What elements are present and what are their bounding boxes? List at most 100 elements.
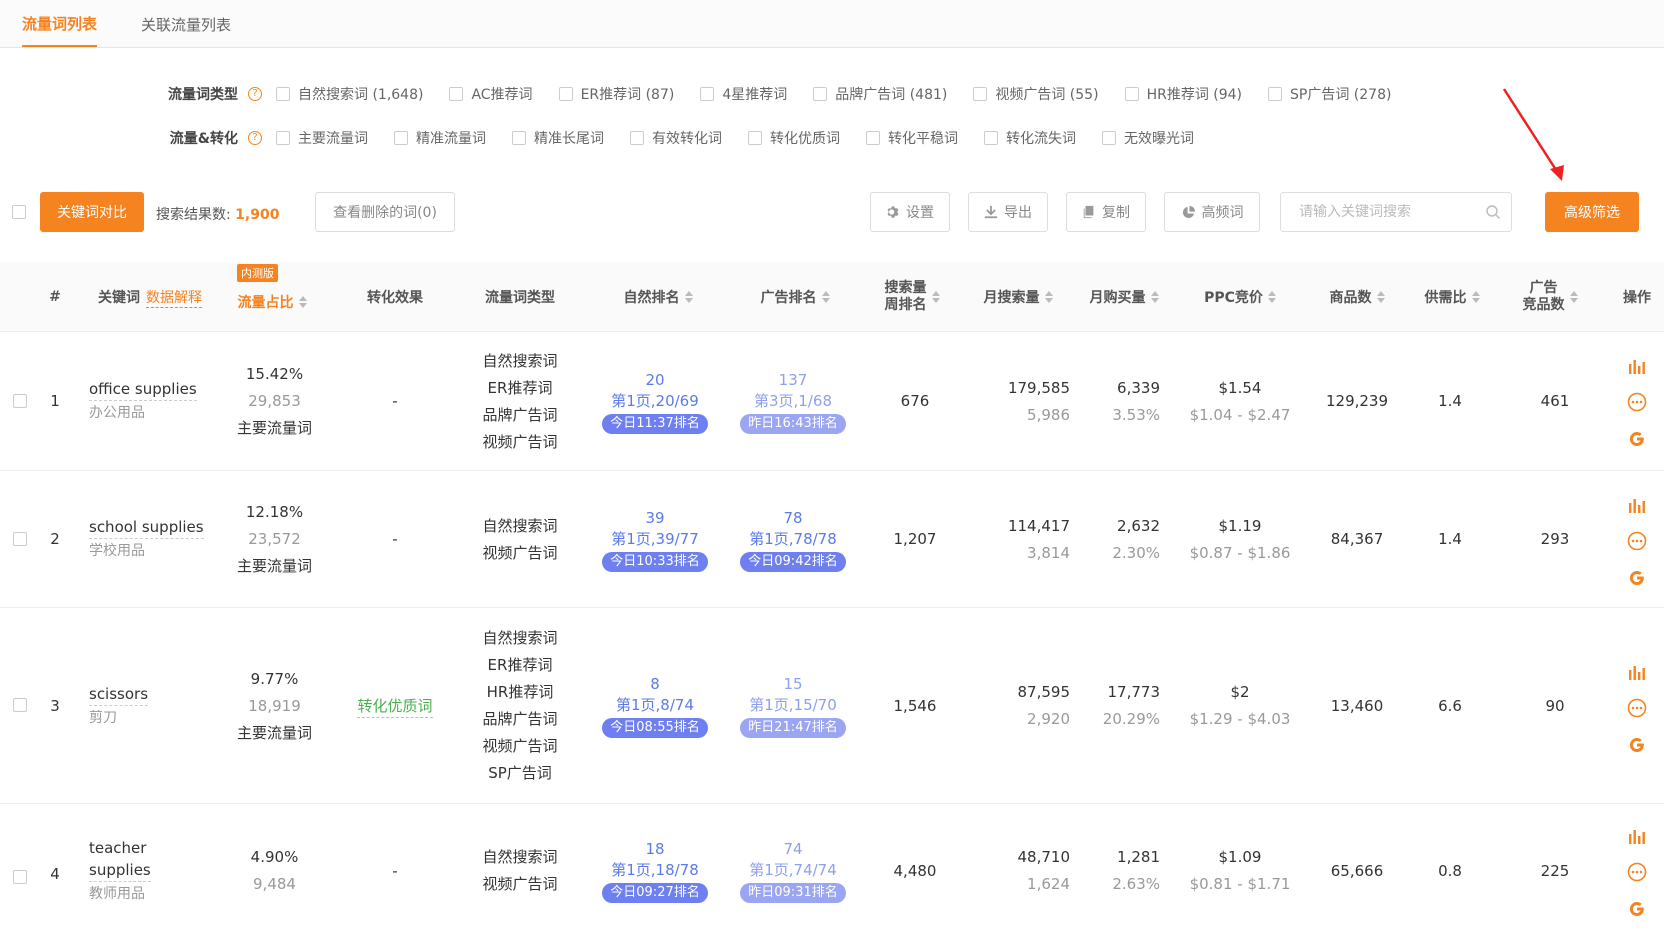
bar-chart-icon[interactable]: [1628, 664, 1646, 684]
advanced-filter-button[interactable]: 高级筛选: [1545, 192, 1639, 232]
filter-option[interactable]: AC推荐词: [449, 84, 533, 104]
google-icon[interactable]: [1628, 569, 1646, 591]
checkbox[interactable]: [1268, 87, 1283, 101]
filter-option[interactable]: 4星推荐词: [700, 84, 787, 104]
ad-rank-cell[interactable]: 137 第3页,1/68 昨日16:43排名: [728, 332, 858, 471]
filter-option[interactable]: 视频广告词 (55): [973, 84, 1099, 104]
google-icon[interactable]: [1628, 736, 1646, 758]
bar-chart-icon[interactable]: [1628, 828, 1646, 848]
col-ppc[interactable]: PPC竞价: [1180, 262, 1300, 332]
sort-icon[interactable]: [821, 291, 830, 303]
row-checkbox[interactable]: [13, 532, 27, 546]
filter-option[interactable]: 精准长尾词: [512, 128, 604, 148]
filter-option[interactable]: 转化平稳词: [866, 128, 958, 148]
ad-rank-cell[interactable]: 78 第1页,78/78 今日09:42排名: [728, 471, 858, 608]
row-checkbox[interactable]: [13, 394, 27, 408]
filter-option[interactable]: 有效转化词: [630, 128, 722, 148]
checkbox[interactable]: [1102, 131, 1116, 145]
col-natural-rank[interactable]: 自然排名: [598, 262, 718, 332]
keyword-search-input[interactable]: [1299, 204, 1485, 220]
select-all-checkbox[interactable]: [12, 205, 26, 219]
more-circle-icon[interactable]: [1627, 698, 1647, 722]
more-circle-icon[interactable]: [1627, 531, 1647, 555]
checkbox[interactable]: [700, 87, 715, 101]
filter-option[interactable]: HR推荐词 (94): [1124, 84, 1242, 104]
filter-option[interactable]: 主要流量词: [276, 128, 368, 148]
col-monthly-buy[interactable]: 月购买量: [1074, 262, 1174, 332]
keyword-cell: school supplies 学校用品: [89, 471, 219, 608]
filter-option[interactable]: SP广告词 (278): [1268, 84, 1391, 104]
sort-icon[interactable]: [1569, 291, 1578, 303]
keyword-en[interactable]: scissors: [89, 683, 149, 706]
checkbox[interactable]: [984, 131, 998, 145]
filter-option[interactable]: 无效曝光词: [1102, 128, 1194, 148]
keyword-en[interactable]: school supplies: [89, 516, 204, 539]
keyword-en[interactable]: supplies: [89, 859, 151, 882]
checkbox[interactable]: [512, 131, 526, 145]
natural-rank-cell[interactable]: 8 第1页,8/74 今日08:55排名: [590, 608, 720, 804]
sort-icon[interactable]: [298, 296, 307, 308]
filter-option[interactable]: 转化优质词: [748, 128, 840, 148]
google-icon[interactable]: [1628, 430, 1646, 452]
row-checkbox[interactable]: [13, 870, 27, 884]
checkbox[interactable]: [1124, 87, 1139, 101]
ad-rank-cell[interactable]: 15 第1页,15/70 昨日21:47排名: [728, 608, 858, 804]
checkbox[interactable]: [866, 131, 880, 145]
checkbox[interactable]: [973, 87, 988, 101]
filter-option[interactable]: 转化流失词: [984, 128, 1076, 148]
filter-option[interactable]: 自然搜索词 (1,648): [276, 84, 423, 104]
export-button[interactable]: 导出: [968, 192, 1048, 232]
natural-rank-cell[interactable]: 39 第1页,39/77 今日10:33排名: [590, 471, 720, 608]
col-supply-demand[interactable]: 供需比: [1412, 262, 1492, 332]
checkbox[interactable]: [276, 131, 290, 145]
more-circle-icon[interactable]: [1627, 862, 1647, 886]
sort-icon[interactable]: [1044, 291, 1053, 303]
col-traffic-share[interactable]: 流量占比: [222, 272, 322, 332]
bar-chart-icon[interactable]: [1628, 497, 1646, 517]
more-circle-icon[interactable]: [1627, 392, 1647, 416]
sort-icon[interactable]: [931, 291, 940, 303]
col-weekly-rank[interactable]: 搜索量 周排名: [872, 262, 952, 332]
col-ad-competitors[interactable]: 广告 竞品数: [1505, 262, 1595, 332]
checkbox[interactable]: [276, 87, 290, 101]
data-explain-link[interactable]: 数据解释: [146, 287, 202, 308]
col-ad-rank[interactable]: 广告排名: [735, 262, 855, 332]
row-checkbox[interactable]: [13, 698, 27, 712]
ad-rank-cell[interactable]: 74 第1页,74/74 昨日09:31排名: [728, 804, 858, 938]
checkbox[interactable]: [748, 131, 762, 145]
sort-icon[interactable]: [1150, 291, 1159, 303]
bar-chart-icon[interactable]: [1628, 358, 1646, 378]
sort-icon[interactable]: [1267, 291, 1276, 303]
checkbox[interactable]: [630, 131, 644, 145]
ad-rank-page: 第1页,15/70: [749, 696, 837, 714]
view-deleted-button[interactable]: 查看删除的词(0): [315, 192, 455, 232]
sort-icon[interactable]: [1471, 291, 1480, 303]
checkbox[interactable]: [813, 87, 828, 101]
keyword-compare-button[interactable]: 关键词对比: [40, 192, 144, 232]
tab-related-traffic[interactable]: 关联流量列表: [141, 14, 231, 47]
sort-icon[interactable]: [684, 291, 693, 303]
keyword-en[interactable]: office supplies: [89, 378, 197, 401]
settings-button[interactable]: 设置: [870, 192, 950, 232]
filter-option[interactable]: ER推荐词 (87): [558, 84, 674, 104]
natural-rank-cell[interactable]: 18 第1页,18/78 今日09:27排名: [590, 804, 720, 938]
filter-option[interactable]: 精准流量词: [394, 128, 486, 148]
conversion-tag[interactable]: 转化优质词: [357, 695, 433, 718]
google-icon[interactable]: [1628, 900, 1646, 922]
tab-traffic-keywords[interactable]: 流量词列表: [22, 13, 98, 47]
question-icon[interactable]: ?: [248, 87, 262, 101]
checkbox[interactable]: [394, 131, 408, 145]
natural-rank-cell[interactable]: 20 第1页,20/69 今日11:37排名: [590, 332, 720, 471]
high-frequency-button[interactable]: 高频词: [1164, 192, 1260, 232]
question-icon[interactable]: ?: [248, 131, 262, 145]
checkbox[interactable]: [449, 87, 464, 101]
col-monthly-search[interactable]: 月搜索量: [968, 262, 1068, 332]
col-products[interactable]: 商品数: [1312, 262, 1402, 332]
copy-button[interactable]: 复制: [1066, 192, 1146, 232]
search-icon[interactable]: [1485, 204, 1501, 220]
filter-option[interactable]: 品牌广告词 (481): [813, 84, 947, 104]
checkbox[interactable]: [558, 87, 573, 101]
sort-icon[interactable]: [1376, 291, 1385, 303]
keyword-en[interactable]: teacher: [89, 837, 146, 859]
natural-rank-time-badge: 今日09:27排名: [602, 883, 708, 903]
